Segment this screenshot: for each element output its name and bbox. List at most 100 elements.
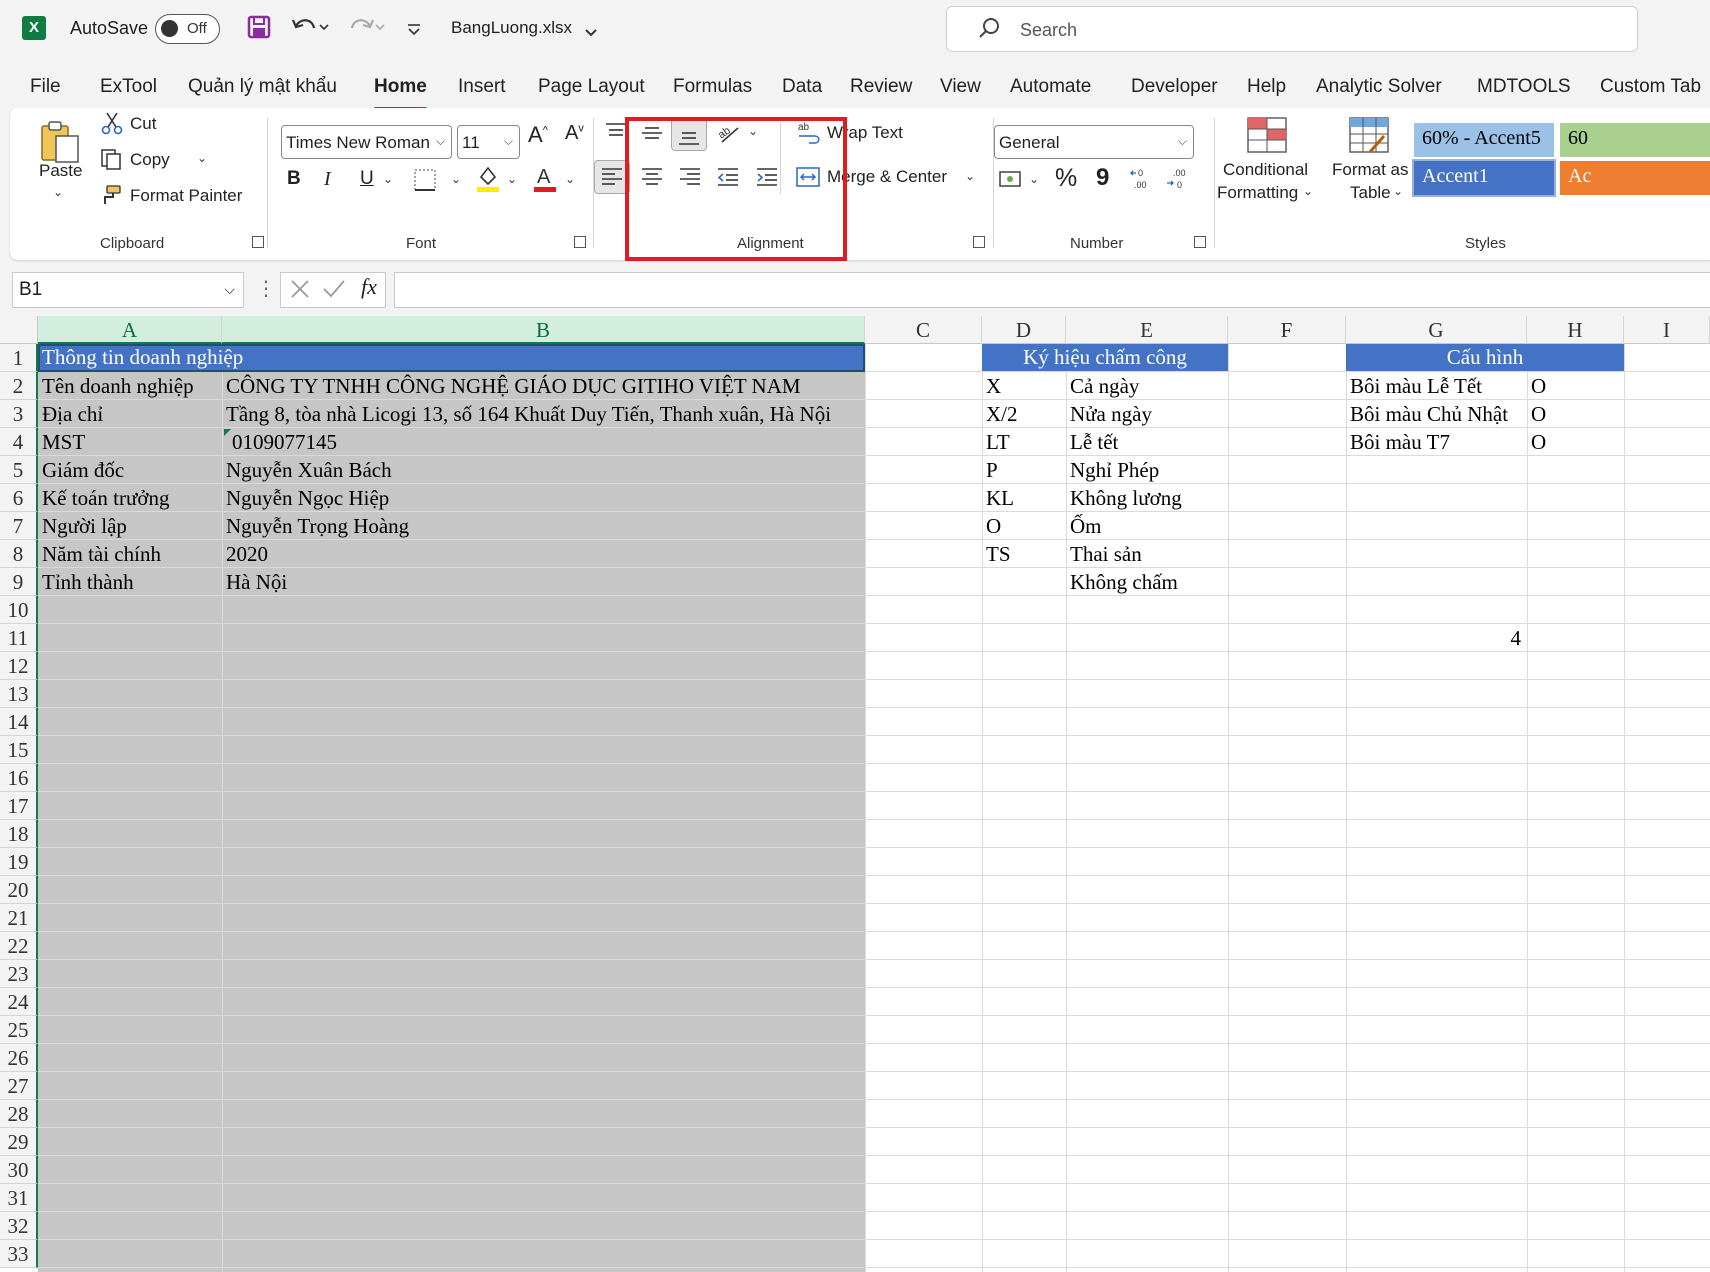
copy-dropdown-icon[interactable]: ⌄ [197, 151, 207, 165]
row-header-9[interactable]: 9 [0, 568, 38, 596]
row-header-14[interactable]: 14 [0, 708, 38, 736]
save-icon[interactable] [246, 14, 272, 42]
cell-style-accent1[interactable]: Accent1 [1412, 159, 1556, 197]
row-header-7[interactable]: 7 [0, 512, 38, 540]
cell-a6[interactable]: Kế toán trưởng [42, 484, 169, 512]
cell-h3[interactable]: O [1531, 400, 1546, 428]
tab-page-layout[interactable]: Page Layout [538, 76, 645, 98]
cell-b7[interactable]: Nguyễn Trọng Hoàng [226, 512, 409, 540]
merged-header-d1[interactable]: Ký hiệu chấm công [982, 344, 1228, 371]
conditional-formatting-label2[interactable]: Formatting [1217, 183, 1298, 203]
cell-a8[interactable]: Năm tài chính [42, 540, 161, 568]
row-header-4[interactable]: 4 [0, 428, 38, 456]
fill-color-dropdown-icon[interactable]: ⌄ [507, 172, 517, 186]
cell-h2[interactable]: O [1531, 372, 1546, 400]
number-dialog-launcher[interactable] [1194, 236, 1206, 248]
tab-formulas[interactable]: Formulas [673, 76, 752, 98]
increase-font-size-icon[interactable]: A^ [528, 122, 548, 148]
increase-decimal-icon[interactable]: 0.00 [1129, 165, 1155, 197]
row-header-13[interactable]: 13 [0, 680, 38, 708]
row-header-10[interactable]: 10 [0, 596, 38, 624]
cell-g2[interactable]: Bôi màu Lễ Tết [1350, 372, 1482, 400]
column-header-d[interactable]: D [982, 316, 1066, 344]
format-as-table-button[interactable]: Format as [1332, 160, 1409, 180]
format-painter-button[interactable]: Format Painter [130, 186, 242, 206]
cell-e5[interactable]: Nghỉ Phép [1070, 456, 1159, 484]
enter-check-icon[interactable] [322, 278, 346, 305]
row-header-30[interactable]: 30 [0, 1156, 38, 1184]
row-header-3[interactable]: 3 [0, 400, 38, 428]
format-as-table-icon[interactable] [1348, 116, 1390, 160]
bold-button[interactable]: B [287, 168, 301, 190]
row-header-22[interactable]: 22 [0, 932, 38, 960]
alignment-dialog-launcher[interactable] [973, 236, 985, 248]
tab-custom-tab[interactable]: Custom Tab [1600, 76, 1701, 98]
copy-icon[interactable] [99, 147, 123, 177]
cell-d3[interactable]: X/2 [986, 400, 1018, 428]
cell-b8[interactable]: 2020 [226, 540, 268, 568]
row-header-19[interactable]: 19 [0, 848, 38, 876]
cell-e7[interactable]: Ốm [1070, 512, 1102, 540]
clipboard-dialog-launcher[interactable] [252, 236, 264, 248]
cell-a5[interactable]: Giám đốc [42, 456, 124, 484]
row-header-23[interactable]: 23 [0, 960, 38, 988]
column-header-b[interactable]: B [222, 316, 865, 344]
row-header-16[interactable]: 16 [0, 764, 38, 792]
font-name-dropdown[interactable]: Times New Roman ⌵ [281, 125, 452, 159]
cell-e2[interactable]: Cả ngày [1070, 372, 1139, 400]
underline-dropdown-icon[interactable]: ⌄ [383, 172, 393, 186]
row-header-20[interactable]: 20 [0, 876, 38, 904]
comma-style-button[interactable]: 9 [1096, 164, 1109, 192]
cell-style-60-accent6[interactable]: 60 [1560, 123, 1710, 157]
borders-dropdown-icon[interactable]: ⌄ [451, 172, 461, 186]
cell-g4[interactable]: Bôi màu T7 [1350, 428, 1450, 456]
row-header-15[interactable]: 15 [0, 736, 38, 764]
row-header-12[interactable]: 12 [0, 652, 38, 680]
cell-d2[interactable]: X [986, 372, 1001, 400]
cell-style-accent2[interactable]: Ac [1560, 161, 1710, 195]
row-header-11[interactable]: 11 [0, 624, 38, 652]
row-header-32[interactable]: 32 [0, 1212, 38, 1240]
percent-style-button[interactable]: % [1055, 164, 1077, 193]
more-options-icon[interactable]: ⋮ [256, 276, 276, 301]
cell-b5[interactable]: Nguyễn Xuân Bách [226, 456, 392, 484]
select-all-corner[interactable] [0, 316, 38, 344]
row-header-21[interactable]: 21 [0, 904, 38, 932]
tab-mdtools[interactable]: MDTOOLS [1477, 76, 1571, 98]
font-color-icon[interactable]: A [532, 163, 558, 199]
conditional-dropdown-icon[interactable]: ⌄ [1303, 184, 1313, 198]
name-box[interactable]: B1 ⌵ [12, 272, 244, 308]
row-header-24[interactable]: 24 [0, 988, 38, 1016]
format-table-dropdown-icon[interactable]: ⌄ [1393, 184, 1403, 198]
row-header-8[interactable]: 8 [0, 540, 38, 568]
row-header-29[interactable]: 29 [0, 1128, 38, 1156]
row-header-25[interactable]: 25 [0, 1016, 38, 1044]
row-header-28[interactable]: 28 [0, 1100, 38, 1128]
conditional-formatting-icon[interactable] [1246, 116, 1288, 160]
format-painter-icon[interactable] [99, 183, 123, 213]
column-header-f[interactable]: F [1228, 316, 1346, 344]
row-header-18[interactable]: 18 [0, 820, 38, 848]
column-header-i[interactable]: I [1624, 316, 1710, 344]
row-header-1[interactable]: 1 [0, 344, 38, 372]
tab-quản-lý-mật-khẩu[interactable]: Quản lý mật khẩu [188, 76, 337, 98]
cell-a9[interactable]: Tỉnh thành [42, 568, 134, 596]
row-header-5[interactable]: 5 [0, 456, 38, 484]
row-header-2[interactable]: 2 [0, 372, 38, 400]
cell-e8[interactable]: Thai sản [1070, 540, 1142, 568]
cell-d8[interactable]: TS [986, 540, 1011, 568]
accounting-format-icon[interactable] [998, 168, 1024, 196]
insert-function-icon[interactable]: fx [361, 274, 377, 300]
cell-e9[interactable]: Không chấm [1070, 568, 1178, 596]
font-color-dropdown-icon[interactable]: ⌄ [565, 172, 575, 186]
align-left-icon[interactable] [600, 165, 624, 195]
cut-button[interactable]: Cut [130, 114, 156, 134]
accounting-dropdown-icon[interactable]: ⌄ [1029, 172, 1039, 186]
cell-e6[interactable]: Không lương [1070, 484, 1182, 512]
cell-style-60-accent5[interactable]: 60% - Accent5 [1414, 123, 1554, 157]
cell-b2[interactable]: CÔNG TY TNHH CÔNG NGHỆ GIÁO DỤC GITIHO V… [226, 372, 801, 400]
cell-h4[interactable]: O [1531, 428, 1546, 456]
tab-data[interactable]: Data [782, 76, 822, 98]
cell-b6[interactable]: Nguyễn Ngọc Hiệp [226, 484, 389, 512]
merged-header-g1[interactable]: Cấu hình [1346, 344, 1624, 371]
